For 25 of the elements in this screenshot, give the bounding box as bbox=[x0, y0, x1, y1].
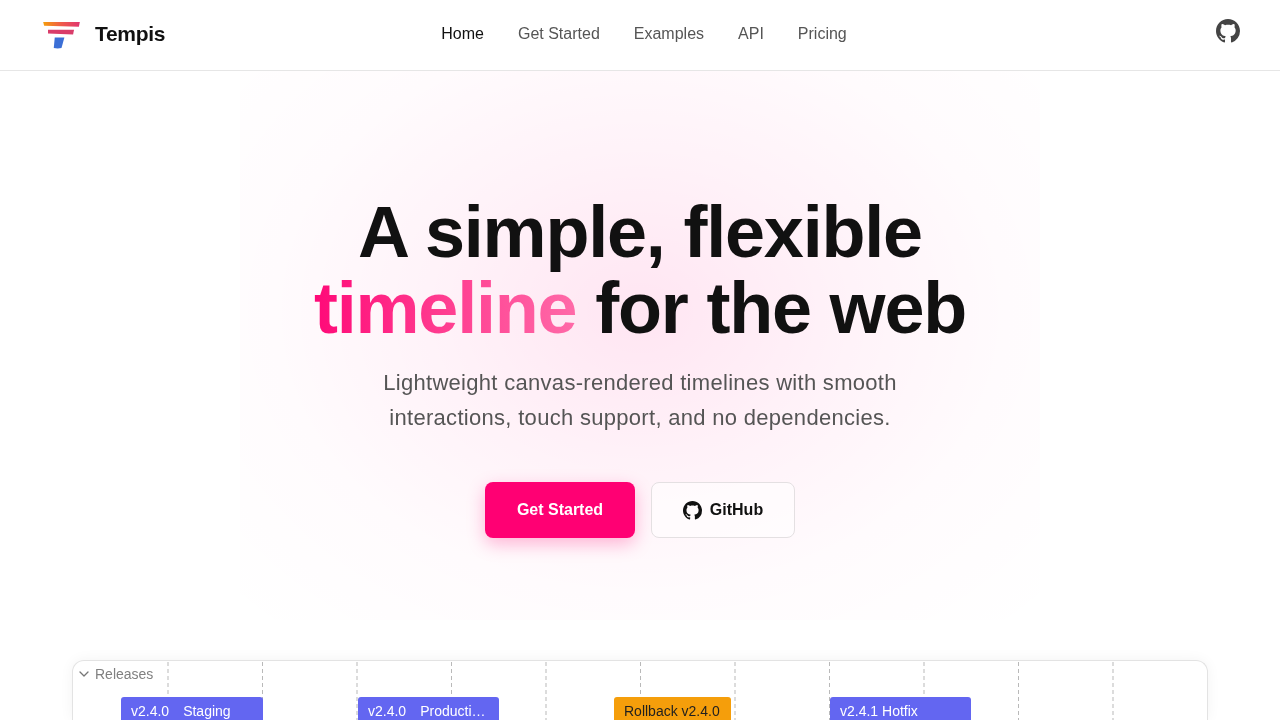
timeline-bar[interactable]: v2.4.0 Staging bbox=[121, 697, 263, 720]
bar-version: v2.4.0 bbox=[131, 702, 170, 720]
bar-label: Producti… bbox=[420, 702, 486, 720]
bar-version: v2.4.0 bbox=[368, 702, 407, 720]
bar-label: Rollback v2.4.0 bbox=[624, 702, 720, 720]
timeline-bar[interactable]: Rollback v2.4.0 bbox=[614, 697, 731, 720]
nav-link[interactable]: API bbox=[738, 23, 764, 44]
hero-subtitle: Lightweight canvas-rendered timelines with smooth interactions, touch support, and no dependencies. bbox=[382, 369, 898, 432]
chevron-down-icon[interactable] bbox=[79, 671, 89, 677]
get-started-button[interactable]: Get Started bbox=[485, 482, 635, 538]
nav-link[interactable]: Home bbox=[441, 23, 484, 44]
github-icon[interactable] bbox=[1216, 19, 1240, 43]
github-button[interactable]: GitHub bbox=[651, 482, 795, 538]
nav-link[interactable]: Pricing bbox=[797, 23, 847, 44]
brand-name: Tempis bbox=[95, 21, 166, 46]
timeline-bar[interactable]: v2.4.0 Producti… bbox=[358, 697, 499, 720]
nav-link[interactable]: Examples bbox=[633, 23, 705, 44]
bar-label: Staging bbox=[183, 702, 231, 720]
nav-link[interactable]: Get Started bbox=[517, 23, 600, 44]
hero-heading: A simple, flexible timeline for the web bbox=[313, 194, 967, 346]
timeline-bar[interactable]: v2.4.1 Hotfix bbox=[830, 697, 971, 720]
bar-label: v2.4.1 Hotfix bbox=[840, 702, 918, 720]
group-label: Releases bbox=[95, 665, 154, 683]
logo-icon bbox=[42, 20, 81, 49]
github-icon bbox=[682, 500, 702, 520]
